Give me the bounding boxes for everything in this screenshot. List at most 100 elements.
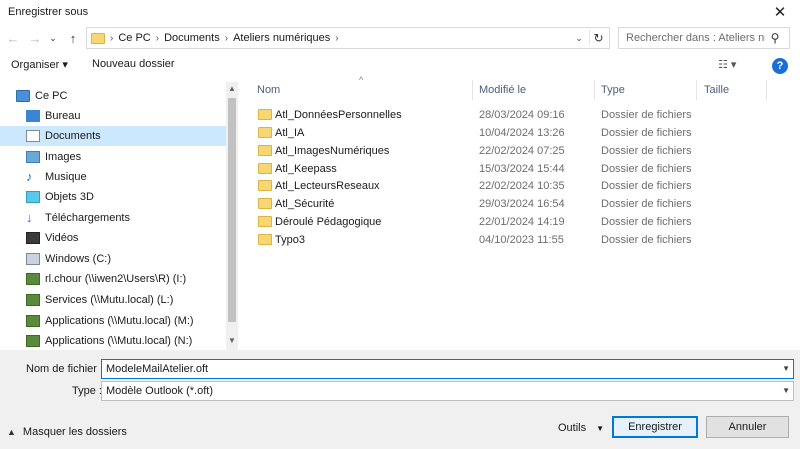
toolbar: Organiser ▾ Nouveau dossier ☷ ▾ ? [0, 52, 800, 80]
list-item[interactable]: Atl_DonnéesPersonnelles 28/03/2024 09:16… [238, 106, 800, 124]
sidebar-item-label: Windows (C:) [45, 253, 112, 265]
sidebar-item-label: Vidéos [45, 232, 79, 244]
address-dropdown-icon[interactable]: ⌄ [571, 30, 587, 46]
file-name: Atl_Sécurité [275, 198, 335, 210]
list-item[interactable]: Typo3 04/10/2023 11:55 Dossier de fichie… [238, 231, 800, 249]
file-modified: 04/10/2023 11:55 [479, 234, 564, 246]
desktop-icon [26, 110, 40, 122]
tools-button[interactable]: Outils ▼ [558, 422, 604, 434]
file-type-select[interactable]: Modèle Outlook (*.oft) ▼ [101, 381, 794, 401]
breadcrumb-documents[interactable]: Documents [164, 32, 220, 44]
navigation-scrollbar[interactable]: ▲ ▼ [226, 82, 238, 350]
list-item[interactable]: Atl_Sécurité 29/03/2024 16:54 Dossier de… [238, 195, 800, 213]
sidebar-item-label: Images [45, 151, 82, 163]
column-header-name[interactable]: Nom [257, 80, 280, 100]
sort-ascending-icon: ^ [359, 75, 364, 85]
cancel-button[interactable]: Annuler [706, 416, 789, 438]
sidebar-item-bureau[interactable]: Bureau [0, 106, 226, 126]
sidebar-item-windows-c[interactable]: Windows (C:) [0, 249, 226, 269]
file-modified: 29/03/2024 16:54 [479, 198, 565, 210]
list-item[interactable]: Déroulé Pédagogique 22/01/2024 14:19 Dos… [238, 213, 800, 231]
sidebar-item-label: Bureau [45, 110, 81, 122]
hide-folders-button[interactable]: ▲ Masquer les dossiers [7, 426, 127, 438]
breadcrumb-ce-pc[interactable]: Ce PC [118, 32, 150, 44]
scroll-up-icon[interactable]: ▲ [226, 84, 238, 96]
list-item[interactable]: Atl_IA 10/04/2024 13:26 Dossier de fichi… [238, 124, 800, 142]
chevron-down-icon: ▼ [596, 424, 605, 433]
sidebar-item-telechargements[interactable]: ↓ Téléchargements [0, 208, 226, 228]
sidebar-item-label: Applications (\\Mutu.local) (N:) [45, 335, 193, 347]
file-type: Dossier de fichiers [601, 180, 692, 192]
new-folder-button[interactable]: Nouveau dossier [92, 58, 175, 70]
sidebar-item-network-i[interactable]: rl.chour (\\iwen2\Users\R) (I:) [0, 269, 226, 289]
sidebar-item-label: Objets 3D [45, 191, 94, 203]
column-divider[interactable] [696, 80, 697, 100]
close-icon[interactable]: ✕ [760, 0, 800, 24]
column-header-size[interactable]: Taille [704, 80, 729, 100]
view-options-icon[interactable]: ☷ ▾ [718, 58, 736, 71]
breadcrumb-separator-icon[interactable]: › [225, 33, 228, 44]
filename-field[interactable]: ▼ [101, 359, 794, 379]
sidebar-item-network-m[interactable]: Applications (\\Mutu.local) (M:) [0, 311, 226, 331]
search-icon[interactable]: ⚲ [765, 31, 785, 45]
file-modified: 22/02/2024 07:25 [479, 145, 565, 157]
up-arrow-icon[interactable]: ↑ [64, 28, 82, 48]
save-form: Nom de fichier : ▼ Type : Modèle Outlook… [0, 350, 800, 449]
filename-label: Nom de fichier : [26, 363, 104, 375]
list-item[interactable]: Atl_Keepass 15/03/2024 15:44 Dossier de … [238, 160, 800, 178]
breadcrumb-ateliers[interactable]: Ateliers numériques [233, 32, 330, 44]
address-bar[interactable]: › Ce PC › Documents › Ateliers numérique… [86, 27, 610, 49]
file-modified: 22/02/2024 10:35 [479, 180, 565, 192]
file-modified: 28/03/2024 09:16 [479, 109, 565, 121]
breadcrumb-separator-icon[interactable]: › [156, 33, 159, 44]
sidebar-item-documents[interactable]: Documents [0, 126, 226, 146]
folder-icon [258, 216, 272, 227]
network-drive-icon [26, 273, 40, 285]
forward-arrow-icon[interactable]: → [26, 28, 44, 48]
documents-icon [26, 130, 40, 142]
file-type: Dossier de fichiers [601, 198, 692, 210]
filename-input[interactable] [102, 363, 762, 375]
sidebar-item-label: Musique [45, 171, 87, 183]
sidebar-item-images[interactable]: Images [0, 147, 226, 167]
scrollbar-thumb[interactable] [228, 98, 236, 322]
sidebar-item-label: Services (\\Mutu.local) (L:) [45, 294, 174, 306]
column-divider[interactable] [472, 80, 473, 100]
search-input[interactable] [619, 32, 765, 44]
folder-icon [258, 109, 272, 120]
list-item[interactable]: Atl_ImagesNumériques 22/02/2024 07:25 Do… [238, 142, 800, 160]
refresh-icon[interactable]: ↻ [589, 30, 607, 46]
sidebar-item-ce-pc[interactable]: Ce PC [0, 86, 226, 106]
recent-locations-chevron-icon[interactable]: ⌄ [44, 28, 62, 48]
column-divider[interactable] [766, 80, 767, 100]
sidebar-item-network-l[interactable]: Services (\\Mutu.local) (L:) [0, 290, 226, 310]
folder-icon [258, 163, 272, 174]
folder-icon [258, 234, 272, 245]
type-label: Type : [72, 385, 102, 397]
sidebar-item-videos[interactable]: Vidéos [0, 228, 226, 248]
sidebar-item-network-n[interactable]: Applications (\\Mutu.local) (N:) [0, 331, 226, 350]
music-icon: ♪ [26, 169, 33, 184]
filename-dropdown-icon[interactable]: ▼ [782, 364, 790, 373]
file-name: Atl_Keepass [275, 163, 337, 175]
tools-label: Outils [558, 422, 587, 434]
sidebar-item-label: Documents [45, 130, 101, 142]
column-divider[interactable] [594, 80, 595, 100]
folder-icon [258, 127, 272, 138]
title-bar: Enregistrer sous ✕ [0, 0, 800, 24]
save-button[interactable]: Enregistrer [612, 416, 698, 438]
organiser-button[interactable]: Organiser ▾ [11, 58, 68, 71]
list-item[interactable]: Atl_LecteursReseaux 22/02/2024 10:35 Dos… [238, 177, 800, 195]
sidebar-item-musique[interactable]: ♪ Musique [0, 167, 226, 187]
column-header-type[interactable]: Type [601, 80, 625, 100]
file-type-dropdown-icon[interactable]: ▼ [782, 386, 790, 395]
column-header-modified[interactable]: Modifié le [479, 80, 526, 100]
scroll-down-icon[interactable]: ▼ [226, 336, 238, 348]
search-box[interactable]: ⚲ [618, 27, 790, 49]
download-icon: ↓ [26, 210, 33, 225]
back-arrow-icon[interactable]: ← [4, 28, 22, 48]
help-icon[interactable]: ? [772, 58, 788, 74]
sidebar-item-objets-3d[interactable]: Objets 3D [0, 187, 226, 207]
breadcrumb-separator-icon[interactable]: › [335, 33, 338, 44]
folder-icon [258, 145, 272, 156]
